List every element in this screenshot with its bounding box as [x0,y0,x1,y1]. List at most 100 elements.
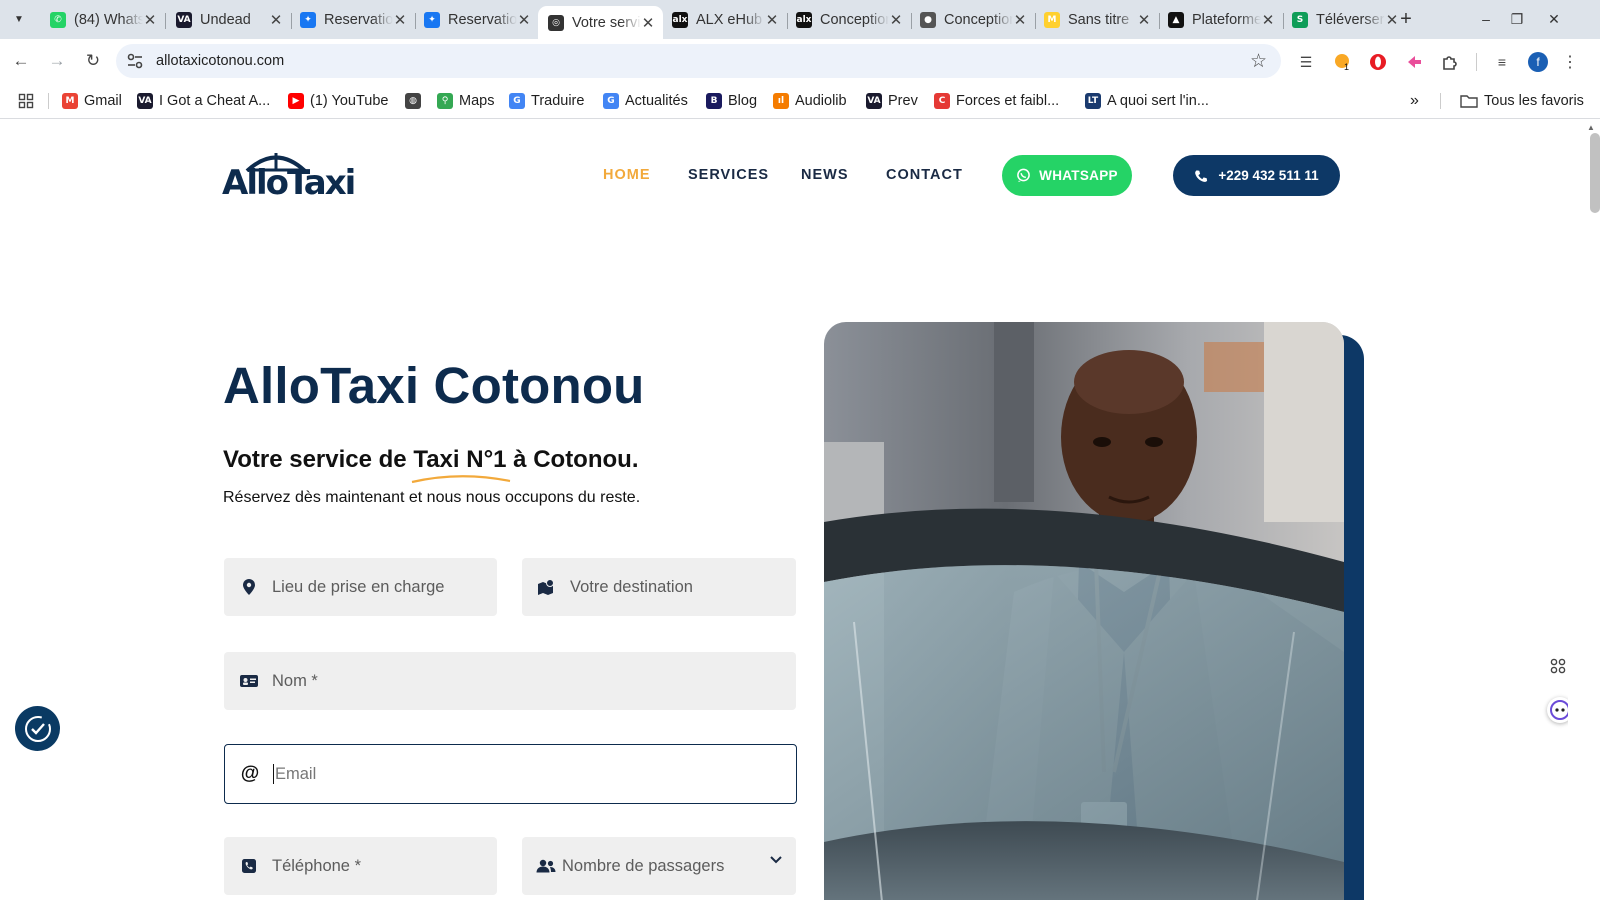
bookmark-item[interactable]: M Gmail [62,91,122,111]
email-placeholder: Email [275,764,317,783]
close-window-icon[interactable]: ✕ [1543,8,1565,30]
bookmark-item[interactable]: VA I Got a Cheat A... [137,91,270,111]
bookmark-item[interactable]: B Blog [706,91,757,111]
pickup-placeholder: Lieu de prise en charge [272,577,445,596]
nav-home[interactable]: HOME [603,167,651,183]
bookmark-item[interactable]: ıl Audiolib [773,91,847,111]
browser-tab[interactable]: M Sans titre ✕ [1034,6,1160,34]
browser-tab[interactable]: alx Conception ✕ [786,6,912,34]
page-viewport: AlloTaxi HOME SERVICES NEWS CONTACT WHAT… [0,120,1568,900]
browser-tab[interactable]: ◎ Votre service de Taxi✕ [538,6,663,39]
bookmark-item[interactable]: ▶ (1) YouTube [288,91,388,111]
browser-tab[interactable]: alx ALX eHub ✕ [662,6,788,34]
map-pin-icon [240,579,258,595]
browser-tab[interactable]: VA Undead ✕ [166,6,292,34]
phone-input[interactable]: Téléphone * [224,837,497,895]
tab-close-icon[interactable]: ✕ [393,11,407,29]
url-text[interactable]: allotaxicotonou.com [156,53,284,69]
tab-label: ALX eHub [696,12,763,28]
opera-extension-icon[interactable] [1368,52,1388,72]
tab-close-icon[interactable]: ✕ [765,11,779,29]
phone-placeholder: Téléphone * [272,856,361,875]
nav-news[interactable]: NEWS [801,167,849,183]
bookmark-item[interactable]: G Actualités [603,91,688,111]
nav-contact[interactable]: CONTACT [886,167,963,183]
tab-close-icon[interactable]: ✕ [269,11,283,29]
translate-icon: G [509,93,525,109]
tab-label: Votre service de Taxi [572,14,641,31]
minimize-icon[interactable]: – [1475,8,1497,30]
passengers-placeholder: Nombre de passagers [562,856,725,875]
page-scrollbar[interactable] [1568,120,1600,900]
arrow-extension-icon[interactable] [1404,52,1424,72]
tab-close-icon[interactable]: ✕ [143,11,157,29]
tab-search-icon[interactable]: ▼ [8,8,30,30]
tab-label: Conception [820,12,889,28]
media-control-icon[interactable]: ≡ [1492,52,1512,72]
grid-widget-icon[interactable] [1547,655,1569,677]
browser-tab[interactable]: ✆ (84) WhatsApp✕ [40,6,166,34]
pickup-input[interactable]: Lieu de prise en charge [224,558,497,616]
restore-icon[interactable]: ❐ [1506,8,1528,30]
bookmark-item[interactable]: ◍ [405,91,427,111]
extensions-puzzle-icon[interactable] [1440,52,1460,72]
email-input[interactable]: @ Email [224,744,797,804]
apps-grid-icon[interactable] [18,91,34,111]
menu-kebab-icon[interactable]: ⋮ [1560,52,1580,72]
bookmark-label: Forces et faibl... [956,93,1060,109]
folder-icon [1460,95,1478,108]
bookmarks-bar: M Gmail VA I Got a Cheat A... ▶ (1) YouTube ◍ ⚲… [0,83,1600,119]
sheet-icon: S [1292,12,1308,28]
new-tab-button[interactable]: + [1395,8,1417,30]
whatsapp-button[interactable]: WHATSAPP [1002,155,1132,196]
nav-services[interactable]: SERVICES [688,167,769,183]
reading-list-icon[interactable]: ☰ [1296,52,1316,72]
reload-icon[interactable]: ↻ [82,50,104,72]
scroll-up-icon[interactable]: ▲ [1587,123,1595,132]
accessibility-button[interactable] [15,706,60,751]
map-location-icon [538,579,556,595]
bookmark-item[interactable]: LT A quoi sert l'in... [1085,91,1209,111]
scroll-thumb[interactable] [1590,133,1600,213]
tab-close-icon[interactable]: ✕ [517,11,531,29]
more-bookmarks-icon[interactable]: » [1410,91,1419,111]
bookmark-item[interactable]: ⚲ Maps [437,91,494,111]
all-bookmarks-folder[interactable]: Tous les favoris [1460,91,1584,111]
browser-tab[interactable]: ✦ Reservation✕ [414,6,539,34]
extension-sun-icon[interactable]: 1 [1332,52,1352,72]
va-icon: VA [176,12,192,28]
tab-close-icon[interactable]: ✕ [1261,11,1275,29]
browser-tab[interactable]: ▲ Plateforme ✕ [1158,6,1284,34]
name-input[interactable]: Nom * [224,652,796,710]
destination-input[interactable]: Votre destination [522,558,796,616]
browser-tab[interactable]: ● Conception ✕ [910,6,1036,34]
bookmark-star-icon[interactable]: ☆ [1250,50,1267,73]
hero-title: AlloTaxi Cotonou [223,357,645,414]
site-info-icon[interactable] [126,52,144,70]
tab-label: Sans titre [1068,12,1130,28]
bookmark-item[interactable]: C Forces et faibl... [934,91,1059,111]
alx-icon: alx [796,12,812,28]
bookmark-item[interactable]: G Traduire [509,91,584,111]
bookmark-label: (1) YouTube [310,93,389,109]
browser-tab[interactable]: ✦ Reservation✕ [290,6,416,34]
tab-close-icon[interactable]: ✕ [1013,11,1027,29]
accessibility-icon [24,715,51,742]
gmail-icon: M [62,93,78,109]
tab-label: (84) WhatsApp [74,12,143,28]
address-bar[interactable]: allotaxicotonou.com ☆ [116,44,1281,78]
forward-icon[interactable]: → [46,50,68,72]
whatsapp-icon [1017,168,1031,183]
bookmark-item[interactable]: VA Prev [866,91,918,111]
profile-avatar[interactable]: f [1528,52,1548,72]
tab-close-icon[interactable]: ✕ [889,11,903,29]
back-icon[interactable]: ← [10,50,32,72]
all-bookmarks-label: Tous les favoris [1484,93,1584,109]
tab-close-icon[interactable]: ✕ [641,14,655,32]
globe-icon: ◍ [405,93,421,109]
passengers-select[interactable]: Nombre de passagers [522,837,796,895]
browser-tab[interactable]: S Téléverser ✕ [1282,6,1407,34]
tab-close-icon[interactable]: ✕ [1137,11,1151,29]
site-logo[interactable]: AlloTaxi [222,150,357,203]
phone-call-button[interactable]: +229 432 511 11 [1173,155,1340,196]
